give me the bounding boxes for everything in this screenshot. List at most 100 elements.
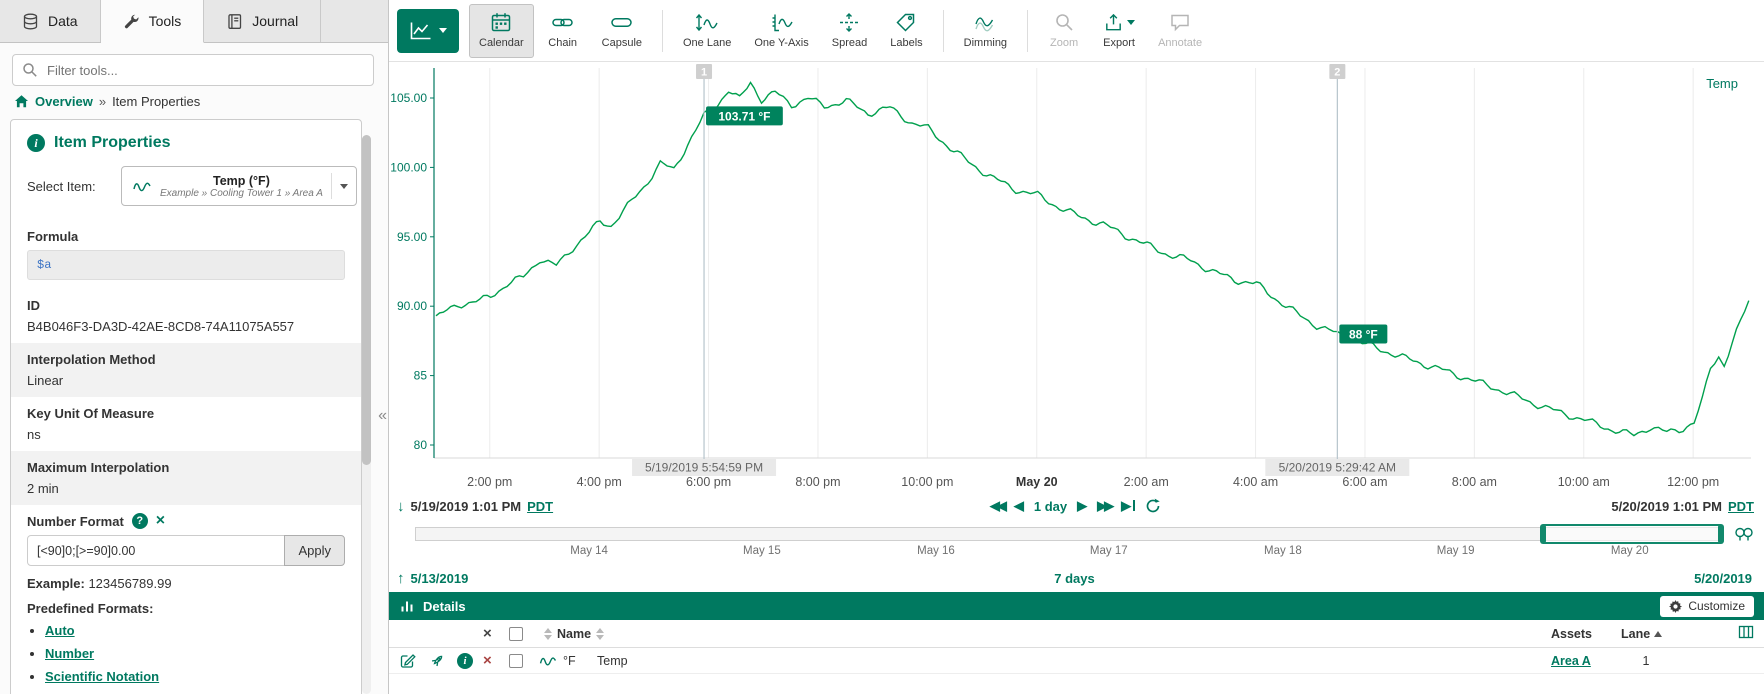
item-select-dropdown[interactable]: Temp (°F) Example » Cooling Tower 1 » Ar… xyxy=(121,166,357,206)
toolbar-separator xyxy=(662,10,663,52)
remove-all-items-button[interactable]: × xyxy=(483,625,492,642)
svg-text:85: 85 xyxy=(414,369,428,383)
predefined-format-auto[interactable]: Auto xyxy=(45,623,75,638)
format-example: Example: 123456789.99 xyxy=(11,566,361,593)
row-checkbox[interactable] xyxy=(509,654,523,668)
timebar-label: May 17 xyxy=(1090,545,1128,557)
toolbar-button-annotate: Annotate xyxy=(1148,4,1212,58)
toolbar-separator xyxy=(943,10,944,52)
sidebar-scrollbar[interactable] xyxy=(362,135,371,694)
toolbar-button-capsule[interactable]: Capsule xyxy=(592,4,652,58)
collapse-sidebar-button[interactable]: « xyxy=(378,408,387,424)
main-content: Calendar Chain Capsule One Lane One Y-Ax… xyxy=(389,0,1764,694)
toolbar-button-export[interactable]: Export xyxy=(1093,4,1145,58)
edit-properties-button[interactable] xyxy=(399,652,429,669)
item-info-button[interactable]: i xyxy=(457,653,483,669)
home-icon[interactable] xyxy=(14,94,29,109)
select-all-checkbox[interactable] xyxy=(509,627,523,641)
assets-column-header[interactable]: Assets xyxy=(1551,627,1621,641)
toolbar-button-dimming[interactable]: Dimming xyxy=(954,4,1017,58)
range-navigation: ◀◀ ◀ 1 day ▶ ▶▶ ▶ xyxy=(990,498,1161,514)
add-column-icon[interactable] xyxy=(1738,624,1754,640)
refresh-icon[interactable] xyxy=(1145,498,1161,514)
sort-icon[interactable] xyxy=(596,628,604,640)
tab-journal[interactable]: Journal xyxy=(204,0,321,42)
toolbar-button-chain[interactable]: Chain xyxy=(537,4,589,58)
lane-column-header[interactable]: Lane xyxy=(1621,627,1650,641)
investigate-end-date[interactable]: 5/20/2019 xyxy=(1694,571,1752,586)
investigate-range-row: ↑ 5/13/2019 7 days 5/20/2019 xyxy=(389,566,1764,590)
timebar-label: May 15 xyxy=(743,545,781,557)
tab-data[interactable]: Data xyxy=(0,0,101,42)
svg-text:105.00: 105.00 xyxy=(390,91,427,105)
svg-text:4:00 pm: 4:00 pm xyxy=(577,475,622,489)
rocket-icon[interactable] xyxy=(429,653,457,669)
svg-text:May 20: May 20 xyxy=(1016,475,1058,489)
timebar-selection[interactable] xyxy=(1543,524,1721,544)
customize-button[interactable]: Customize xyxy=(1660,596,1754,617)
toolbar-button-one-lane[interactable]: One Lane xyxy=(673,4,741,58)
toolbar-separator xyxy=(1027,10,1028,52)
field-id-value: B4B046F3-DA3D-42AE-8CD8-74A11075A557 xyxy=(27,319,345,334)
predefined-format-number[interactable]: Number xyxy=(45,646,94,661)
timebar[interactable]: May 14May 15May 16May 17May 18May 19May … xyxy=(415,524,1724,564)
svg-text:100.00: 100.00 xyxy=(390,160,427,174)
step-forward-button[interactable]: ▶ xyxy=(1077,498,1087,514)
step-forward-half-button[interactable]: ▶▶ xyxy=(1097,498,1111,514)
export-icon xyxy=(1103,12,1124,33)
clear-number-format-icon[interactable]: × xyxy=(156,514,165,528)
tab-tools[interactable]: Tools xyxy=(101,0,205,43)
format-example-value: 123456789.99 xyxy=(88,576,171,591)
shift-range-down-icon[interactable]: ↓ xyxy=(397,498,405,515)
svg-text:6:00 am: 6:00 am xyxy=(1342,475,1387,489)
formula-input[interactable]: $a xyxy=(27,250,345,280)
investigate-start-date[interactable]: 5/13/2019 xyxy=(411,571,469,586)
details-icon xyxy=(399,598,415,614)
breadcrumb-overview-link[interactable]: Overview xyxy=(35,94,93,109)
item-name[interactable]: Temp xyxy=(597,654,628,668)
toolbar-button-spread[interactable]: Spread xyxy=(822,4,877,58)
breadcrumb: Overview » Item Properties xyxy=(14,94,374,109)
item-unit: °F xyxy=(563,654,597,668)
field-maximum-interpolation: Maximum Interpolation 2 min xyxy=(11,451,361,505)
info-icon: i xyxy=(27,134,45,152)
toolbar-button-calendar[interactable]: Calendar xyxy=(469,4,534,58)
search-icon xyxy=(22,62,38,78)
scrollbar-thumb[interactable] xyxy=(362,135,371,465)
step-back-button[interactable]: ◀ xyxy=(1014,498,1024,514)
timebar-track[interactable] xyxy=(415,527,1724,541)
name-column-header[interactable]: Name xyxy=(557,627,591,641)
svg-text:95.00: 95.00 xyxy=(397,230,427,244)
step-back-half-button[interactable]: ◀◀ xyxy=(990,498,1004,514)
display-range-end[interactable]: 5/20/2019 1:01 PM xyxy=(1611,499,1722,514)
details-table-row[interactable]: i × °F Temp Area A 1 xyxy=(389,648,1764,674)
apply-button[interactable]: Apply xyxy=(284,535,345,566)
svg-text:4:00 am: 4:00 am xyxy=(1233,475,1278,489)
svg-text:10:00 am: 10:00 am xyxy=(1558,475,1610,489)
toolbar-button-one-y-axis[interactable]: One Y-Axis xyxy=(744,4,818,58)
zoom-icon xyxy=(1054,12,1075,33)
trend-chart[interactable]: 2:00 pm4:00 pm6:00 pm8:00 pm10:00 pmMay … xyxy=(389,62,1764,492)
filter-tools-input[interactable] xyxy=(12,54,374,86)
chain-icon xyxy=(551,12,574,33)
help-icon[interactable]: ? xyxy=(132,513,148,529)
chart-canvas[interactable]: 2:00 pm4:00 pm6:00 pm8:00 pm10:00 pmMay … xyxy=(389,62,1763,492)
duration-button[interactable]: 1 day xyxy=(1034,499,1067,514)
timezone-link-end[interactable]: PDT xyxy=(1728,499,1754,514)
remove-item-button[interactable]: × xyxy=(483,652,492,669)
tab-data-label: Data xyxy=(48,13,78,29)
sidebar: Data Tools Journal Overview » Item Prope… xyxy=(0,0,389,694)
timezone-link-start[interactable]: PDT xyxy=(527,499,553,514)
step-to-now-button[interactable]: ▶ xyxy=(1121,498,1135,514)
timebar-zoom-icon[interactable] xyxy=(1734,526,1754,544)
sort-icon[interactable] xyxy=(544,628,552,640)
toolbar-button-labels[interactable]: Labels xyxy=(880,4,932,58)
shift-range-up-icon[interactable]: ↑ xyxy=(397,570,405,587)
display-range-start[interactable]: 5/19/2019 1:01 PM xyxy=(411,499,522,514)
view-mode-button[interactable] xyxy=(397,9,459,53)
asset-link[interactable]: Area A xyxy=(1551,654,1591,668)
predefined-format-scientific[interactable]: Scientific Notation xyxy=(45,669,159,684)
number-format-input[interactable] xyxy=(27,535,285,566)
investigate-duration[interactable]: 7 days xyxy=(1054,571,1094,586)
series-label-temp[interactable]: Temp xyxy=(1706,76,1738,91)
